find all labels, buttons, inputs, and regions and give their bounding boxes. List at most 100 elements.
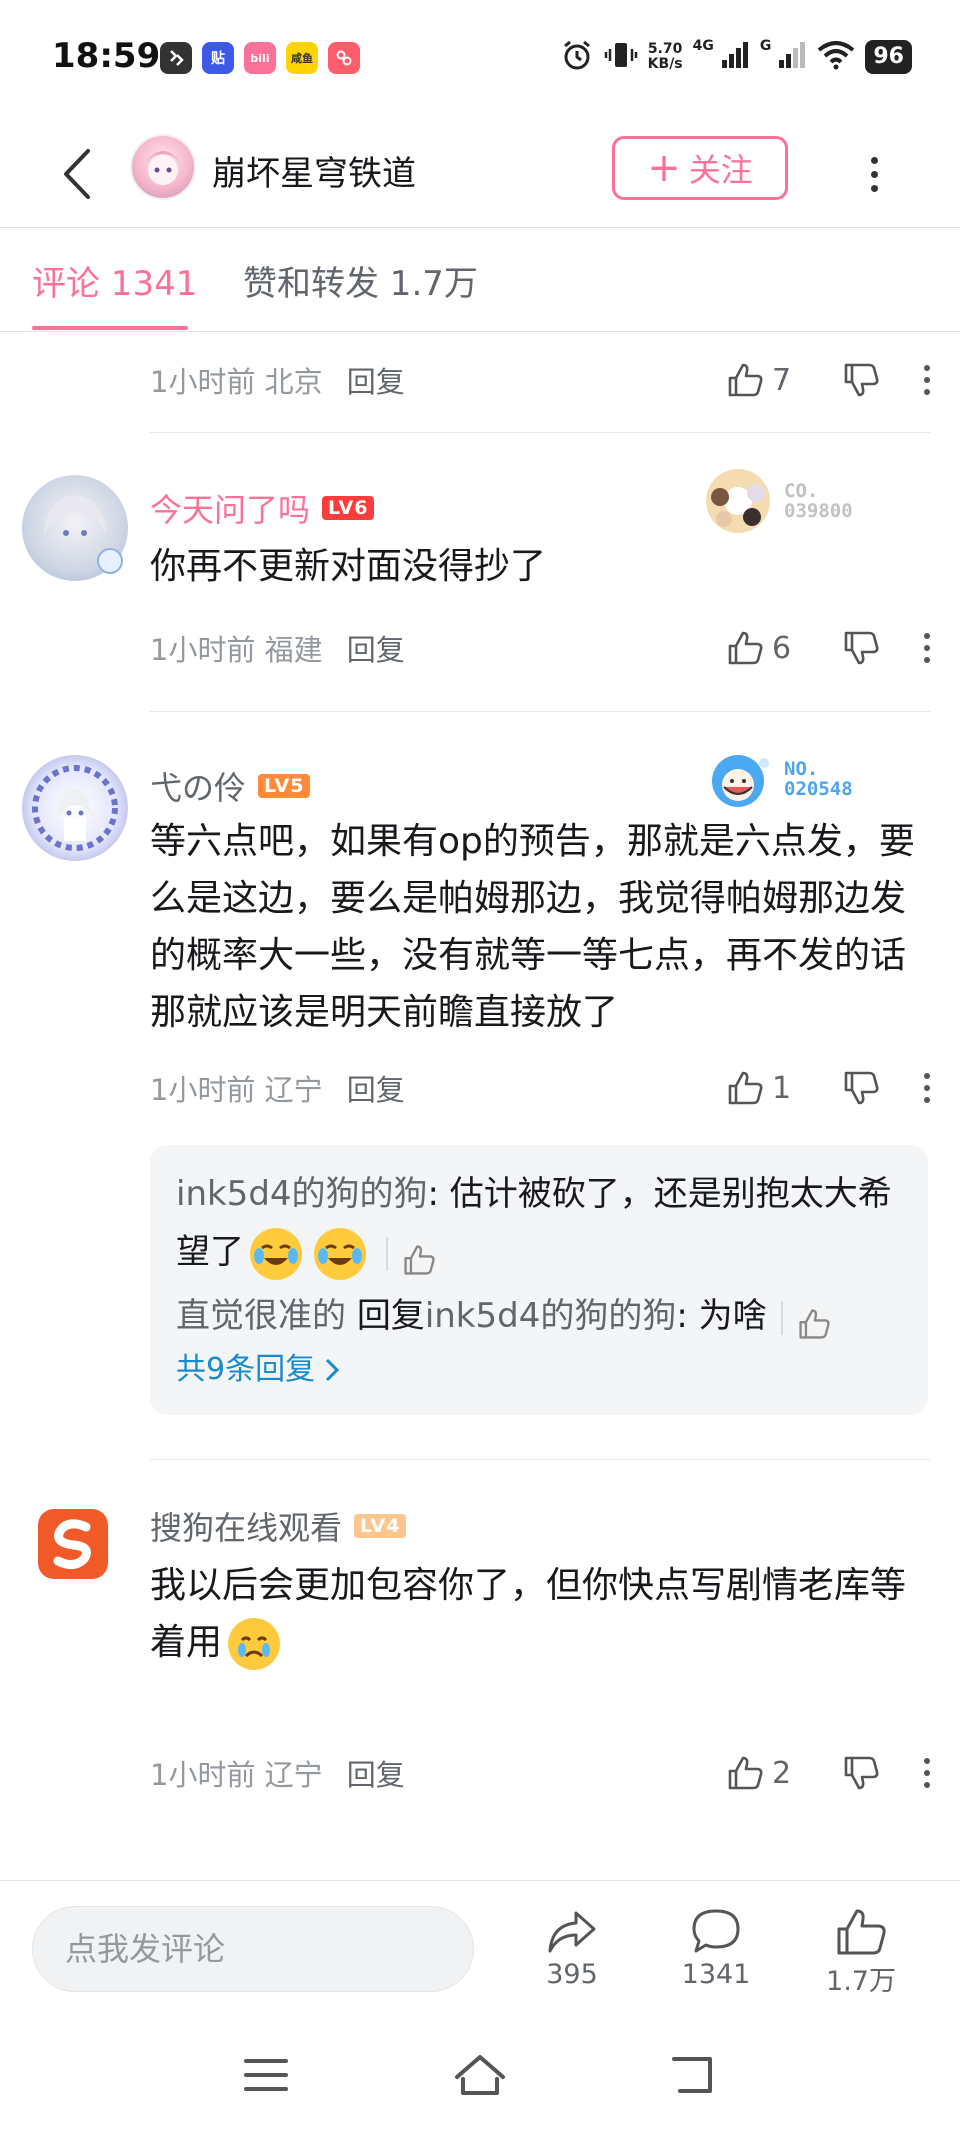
back-arrow-icon xyxy=(64,149,90,199)
thumb-down-icon[interactable] xyxy=(842,629,880,667)
reply-item[interactable]: 直觉很准的 回复ink5d4的狗的狗: 为啥 xyxy=(176,1287,902,1345)
reply-button[interactable]: 回复 xyxy=(347,1752,405,1794)
chevron-right-icon xyxy=(326,1358,340,1382)
comment-feed[interactable]: 1小时前 北京 回复 7 今天问了吗 LV6 CO. 039800 你再不更新对… xyxy=(0,333,960,1880)
thumb-down-icon[interactable] xyxy=(842,361,880,399)
channel-title[interactable]: 崩坏星穹铁道 xyxy=(212,146,416,195)
view-all-replies-link[interactable]: 共9条回复 xyxy=(176,1345,902,1395)
home-nav-button[interactable] xyxy=(450,2050,510,2100)
share-button[interactable]: 395 xyxy=(517,1907,627,1990)
channel-avatar[interactable] xyxy=(130,134,196,200)
return-icon xyxy=(672,2057,712,2093)
comment-time: 1小时前 北京 xyxy=(150,365,323,399)
tab-likes-reposts[interactable]: 赞和转发 1.7万 xyxy=(243,256,478,305)
fan-badge-number: NO. 020548 xyxy=(784,758,853,800)
status-app-icons: 贴 bili 咸鱼 xyxy=(160,42,360,74)
like-button[interactable]: 6 xyxy=(726,629,798,667)
network-gen-1: 4G xyxy=(692,38,714,54)
back-button[interactable] xyxy=(52,144,102,204)
like-button[interactable]: 2 xyxy=(726,1754,798,1792)
reply-item[interactable]: ink5d4的狗的狗: 估计被砍了，还是别抱太大希望了 xyxy=(176,1165,902,1281)
divider xyxy=(150,1459,930,1460)
comment-more-button[interactable] xyxy=(924,1758,930,1788)
dot xyxy=(870,170,878,178)
fan-badge-number: CO. 039800 xyxy=(784,480,853,522)
fan-badge[interactable]: NO. 020548 xyxy=(694,743,853,815)
comment-more-button[interactable] xyxy=(924,1073,930,1103)
divider xyxy=(150,711,930,712)
more-replies-label: 共9条回复 xyxy=(176,1352,316,1387)
divider xyxy=(150,432,930,433)
user-avatar[interactable] xyxy=(38,1509,108,1579)
reply-username[interactable]: 直觉很准的 xyxy=(176,1296,346,1336)
username[interactable]: 今天问了吗 xyxy=(150,485,310,531)
thumb-up-icon xyxy=(728,1071,763,1105)
comment-time: 1小时前 辽宁 xyxy=(150,1073,323,1107)
like-count: 7 xyxy=(772,362,792,398)
more-options-button[interactable] xyxy=(862,144,886,204)
comment-text: 我以后会更加包容你了，但你快点写剧情老库等着用 xyxy=(150,1557,930,1671)
back-nav-button[interactable] xyxy=(664,2050,724,2100)
fan-badge-image xyxy=(712,755,769,807)
user-avatar[interactable] xyxy=(22,475,128,581)
tab-bar: 评论 1341 赞和转发 1.7万 xyxy=(0,228,960,332)
like-button[interactable]: 7 xyxy=(726,361,798,399)
like-video-button[interactable]: 1.7万 xyxy=(806,1907,916,1998)
menu-icon xyxy=(244,2059,288,2091)
reply-username[interactable]: ink5d4的狗的狗 xyxy=(176,1174,428,1214)
thumb-up-icon xyxy=(404,1244,435,1275)
alarm-icon xyxy=(560,38,594,76)
comment-more-button[interactable] xyxy=(924,365,930,395)
menu-nav-button[interactable] xyxy=(236,2050,296,2100)
battery-indicator: 96 xyxy=(865,40,912,74)
replies-box[interactable]: ink5d4的狗的狗: 估计被砍了，还是别抱太大希望了 直觉很准的 回复ink5… xyxy=(150,1145,928,1415)
user-avatar[interactable] xyxy=(22,755,128,861)
reply-like-button[interactable] xyxy=(780,1300,831,1339)
comment-meta: 1小时前 北京 回复 7 xyxy=(150,355,930,405)
reply-button[interactable]: 回复 xyxy=(347,627,405,669)
fan-badge[interactable]: CO. 039800 xyxy=(694,465,853,537)
status-bar: 18:59 贴 bili 咸鱼 5.70 KB/s 4G G 96 xyxy=(0,0,960,120)
thumb-down-icon[interactable] xyxy=(842,1069,880,1107)
thumb-down-icon[interactable] xyxy=(842,1754,880,1792)
signal-icon-1 xyxy=(720,40,750,74)
comment-user[interactable]: 今天问了吗 LV6 xyxy=(150,485,375,531)
network-gen-2: G xyxy=(759,38,772,54)
app-icon-5 xyxy=(328,42,360,74)
username[interactable]: 弋の伶 xyxy=(150,763,246,809)
follow-label: 关注 xyxy=(688,151,753,189)
fan-badge-image xyxy=(706,469,770,533)
follow-button[interactable]: + 关注 xyxy=(612,136,788,200)
comment-text: 你再不更新对面没得抄了 xyxy=(150,546,547,587)
crying-laugh-emoji xyxy=(314,1227,366,1280)
username[interactable]: 搜狗在线观看 xyxy=(150,1503,342,1549)
reply-button[interactable]: 回复 xyxy=(347,359,405,401)
comment-input[interactable]: 点我发评论 xyxy=(32,1906,474,1992)
comment-meta: 1小时前 福建 回复 6 xyxy=(150,623,930,673)
thumb-up-icon xyxy=(728,363,763,397)
tab-comments[interactable]: 评论 1341 xyxy=(32,256,197,305)
comment-user[interactable]: 搜狗在线观看 LV4 xyxy=(150,1503,407,1549)
wifi-icon xyxy=(817,40,855,74)
plus-icon: + xyxy=(647,145,681,191)
dot xyxy=(870,156,878,164)
status-indicators: 5.70 KB/s 4G G 96 xyxy=(560,38,912,76)
comment-bubble-icon xyxy=(692,1909,740,1953)
thumb-up-icon xyxy=(837,1909,886,1955)
network-speed: 5.70 KB/s xyxy=(647,41,683,72)
level-badge: LV6 xyxy=(322,496,375,520)
thumb-up-icon xyxy=(728,1756,763,1790)
like-count: 1 xyxy=(772,1070,792,1106)
like-count: 1.7万 xyxy=(826,1966,896,1997)
comment-meta: 1小时前 辽宁 回复 1 xyxy=(150,1063,930,1113)
like-count: 6 xyxy=(772,630,792,666)
reply-to-username[interactable]: ink5d4的狗的狗 xyxy=(425,1296,677,1336)
like-button[interactable]: 1 xyxy=(726,1069,798,1107)
app-icon-4: 咸鱼 xyxy=(286,42,318,74)
reply-like-button[interactable] xyxy=(386,1236,436,1275)
comment-button[interactable]: 1341 xyxy=(661,1907,771,1990)
comment-user[interactable]: 弋の伶 LV5 xyxy=(150,763,311,809)
comment-more-button[interactable] xyxy=(924,633,930,663)
status-time: 18:59 xyxy=(52,36,161,76)
reply-button[interactable]: 回复 xyxy=(347,1067,405,1109)
